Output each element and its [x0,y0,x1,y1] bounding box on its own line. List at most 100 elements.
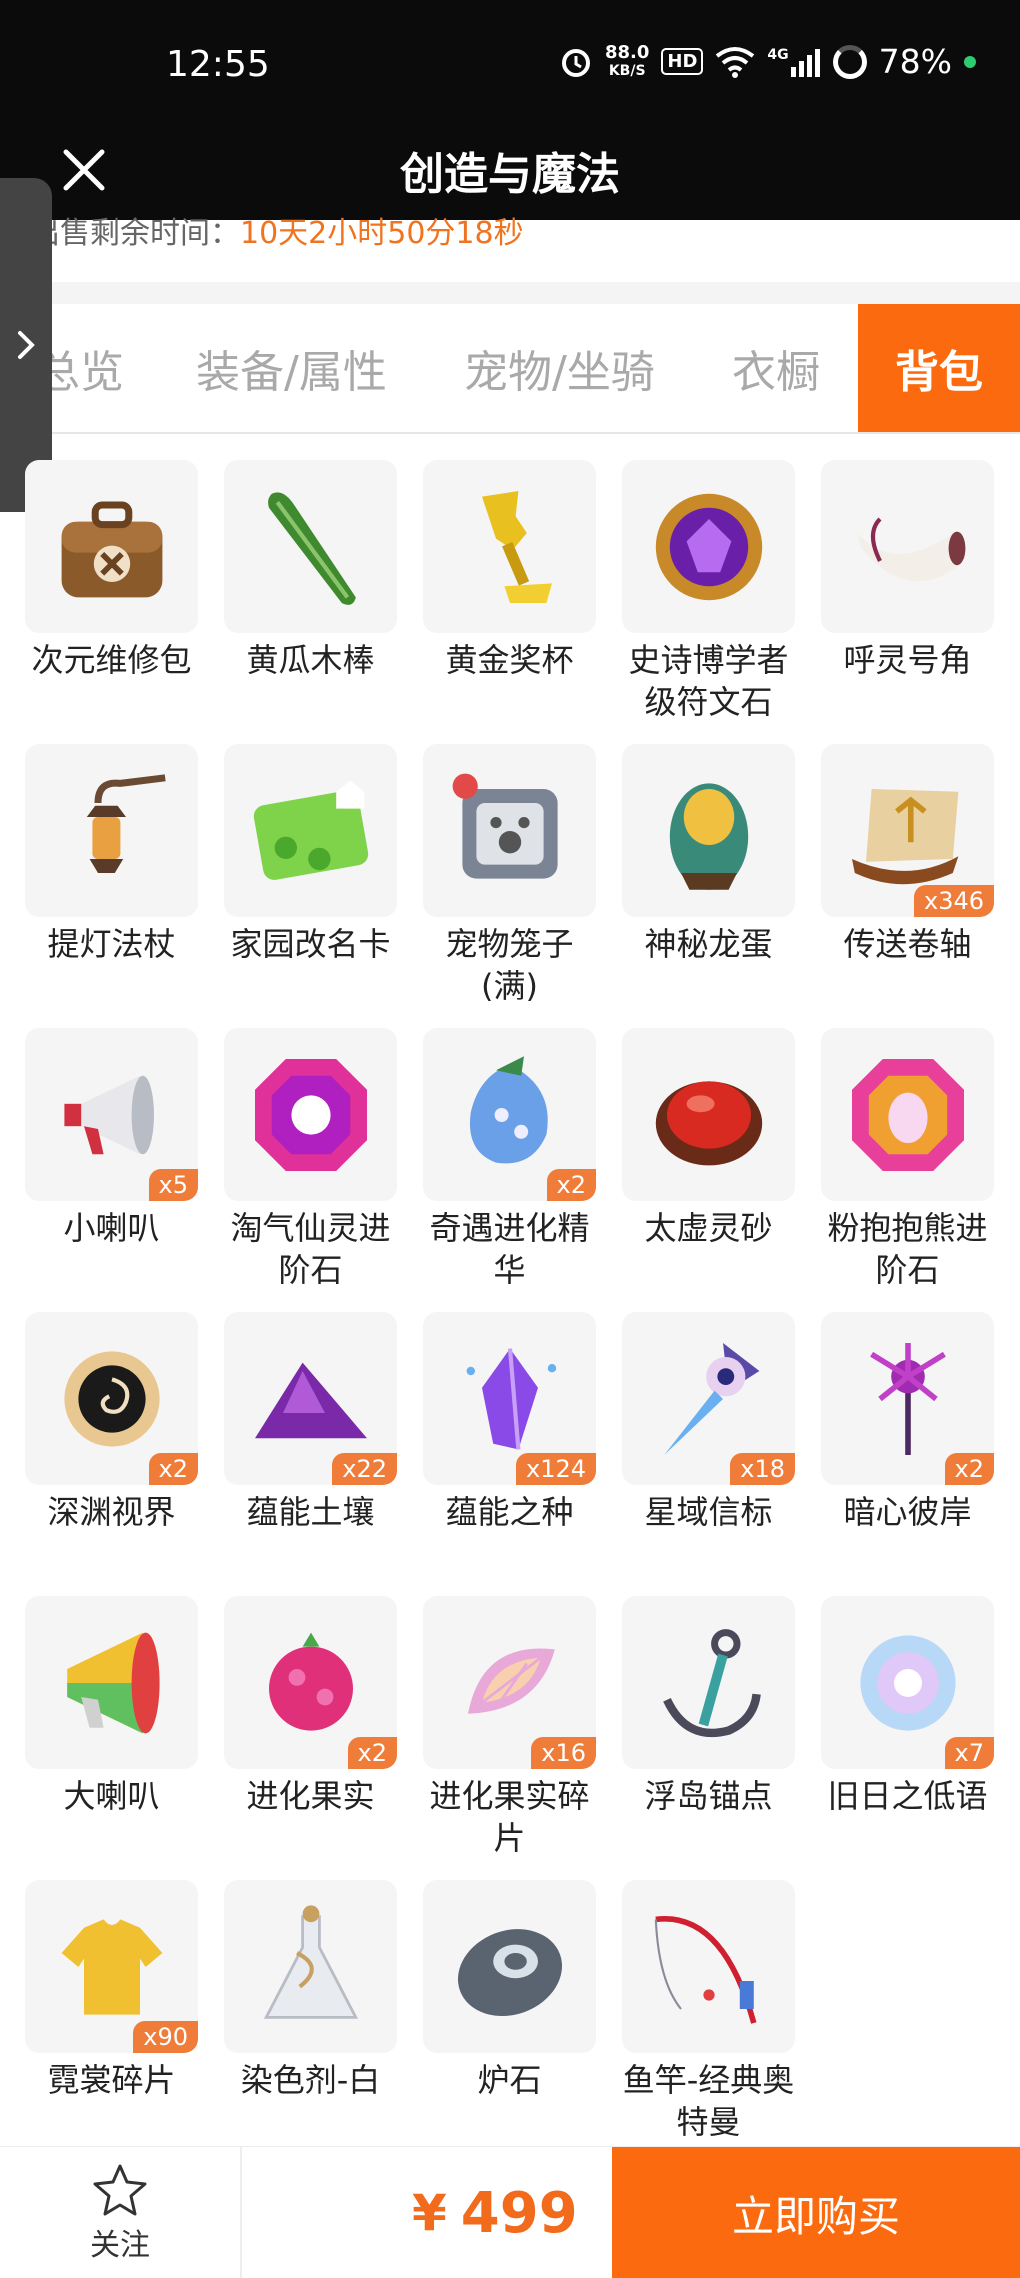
item-card[interactable]: x5 小喇叭 [25,1028,198,1312]
item-name: 粉抱抱熊进阶石 [827,1209,988,1289]
item-tile: x90 [25,1880,198,2053]
item-tile [821,460,994,633]
summon-horn-icon [857,517,965,581]
title-bar: 创造与魔法 [0,130,1020,220]
item-card[interactable]: 粉抱抱熊进阶石 [821,1028,994,1312]
item-card[interactable]: 大喇叭 [25,1596,198,1880]
item-card[interactable]: 史诗博学者级符文石 [622,460,795,744]
item-tile [622,1880,795,2053]
follow-button[interactable]: 关注 [0,2147,242,2278]
battery-icon [832,44,867,79]
fairy-advance-stone-icon [254,1058,367,1171]
item-name: 家园改名卡 [230,925,391,963]
tab-bar: 总览 装备/属性 宠物/坐骑 衣橱 背包 [0,304,1020,434]
tab-pets-mounts[interactable]: 宠物/坐骑 [464,304,655,432]
lantern-staff-icon [86,773,166,873]
net-speed-value: 88.0 [604,41,650,63]
item-card[interactable]: 家园改名卡 [224,744,397,1028]
item-card[interactable]: x16 进化果实碎片 [423,1596,596,1880]
item-card[interactable]: x2 暗心彼岸 [821,1312,994,1596]
net-speed-unit: KB/S [608,62,646,79]
item-card[interactable]: 淘气仙灵进阶石 [224,1028,397,1312]
bear-advance-stone-icon [851,1058,964,1171]
item-card[interactable]: x22 蕴能土壤 [224,1312,397,1596]
status-icons: 88.0 KB/S HD 4G 78% [559,42,976,81]
item-card[interactable]: x346 传送卷轴 [821,744,994,1028]
item-name: 霓裳碎片 [47,2061,176,2099]
item-tile [25,744,198,917]
price-value: 499 [460,2180,578,2246]
item-quantity-badge: x7 [944,1737,994,1769]
alarm-icon [559,45,593,79]
item-card[interactable]: x2 进化果实 [224,1596,397,1880]
item-tile [423,1880,596,2053]
signal-icon: 4G [767,47,820,77]
white-dye-icon [263,1904,358,2019]
star-beacon-icon [663,1342,759,1455]
item-card[interactable]: 次元维修包 [25,460,198,744]
star-icon [93,2164,147,2216]
tab-equipment[interactable]: 装备/属性 [196,304,387,432]
item-card[interactable]: 浮岛锚点 [622,1596,795,1880]
status-time: 12:55 [166,44,270,85]
item-name: 史诗博学者级符文石 [628,641,789,721]
sale-countdown: 10天2小时50分18秒 [240,216,524,251]
item-name: 进化果实 [246,1777,375,1815]
spirit-sand-icon [655,1080,762,1165]
item-card[interactable]: 鱼竿-经典奥特曼 [622,1880,795,2164]
item-card[interactable]: x124 蕴能之种 [423,1312,596,1596]
item-card[interactable]: 太虚灵砂 [622,1028,795,1312]
item-card[interactable]: 宠物笼子(满) [423,744,596,1028]
fruit-fragment-icon [467,1648,555,1714]
buy-now-button[interactable]: 立即购买 [612,2147,1020,2278]
item-name: 传送卷轴 [843,925,972,963]
item-name: 旧日之低语 [827,1777,988,1815]
item-name: 淘气仙灵进阶石 [230,1209,391,1289]
privacy-indicator-dot [964,55,976,68]
fishing-rod-icon [654,1915,756,2024]
item-name: 黄瓜木棒 [246,641,375,679]
item-tile [821,1028,994,1201]
item-name: 星域信标 [644,1493,773,1531]
golden-trophy-icon [481,490,552,603]
follow-label: 关注 [90,2228,150,2263]
item-card[interactable]: 黄瓜木棒 [224,460,397,744]
item-card[interactable]: 炉石 [423,1880,596,2164]
bottom-bar: 关注 ¥ 499 立即购买 [0,2146,1020,2278]
item-tile: x2 [224,1596,397,1769]
tab-wardrobe[interactable]: 衣橱 [732,304,820,432]
hd-badge: HD [661,48,704,75]
item-card[interactable]: 呼灵号角 [821,460,994,744]
sale-time: 出售剩余时间：10天2小时50分18秒 [30,208,524,252]
energy-seed-icon [466,1347,556,1450]
item-quantity-badge: x346 [913,885,994,917]
item-tile: x18 [622,1312,795,1485]
item-card[interactable]: 黄金奖杯 [423,460,596,744]
net-speed: 88.0 KB/S [604,41,650,80]
item-tile [25,1596,198,1769]
item-card[interactable]: 染色剂-白 [224,1880,397,2164]
item-quantity-badge: x2 [546,1169,596,1201]
item-card[interactable]: 神秘龙蛋 [622,744,795,1028]
item-tile: x16 [423,1596,596,1769]
evolution-fruit-icon [268,1632,353,1731]
item-name: 浮岛锚点 [644,1777,773,1815]
item-card[interactable]: x2 深渊视界 [25,1312,198,1596]
item-card[interactable]: x7 旧日之低语 [821,1596,994,1880]
item-name: 黄金奖杯 [445,641,574,679]
item-quantity-badge: x2 [347,1737,397,1769]
item-card[interactable]: 提灯法杖 [25,744,198,1028]
item-tile [224,460,397,633]
item-card[interactable]: x18 星域信标 [622,1312,795,1596]
item-card[interactable]: x2 奇遇进化精华 [423,1028,596,1312]
backpack-grid: 次元维修包 黄瓜木棒 黄金奖杯 史诗博学者级符文石 呼灵号角 提灯法杖 家园改名… [25,460,1000,2164]
old-whisper-orb-icon [859,1634,956,1731]
item-quantity-badge: x124 [515,1453,596,1485]
item-card[interactable]: x90 霓裳碎片 [25,1880,198,2164]
item-name: 染色剂-白 [240,2061,381,2099]
small-megaphone-icon [63,1075,154,1154]
tab-backpack[interactable]: 背包 [858,304,1020,432]
price: ¥ 499 [412,2147,578,2278]
item-name: 呼灵号角 [843,641,972,679]
dragon-egg-icon [669,782,748,890]
